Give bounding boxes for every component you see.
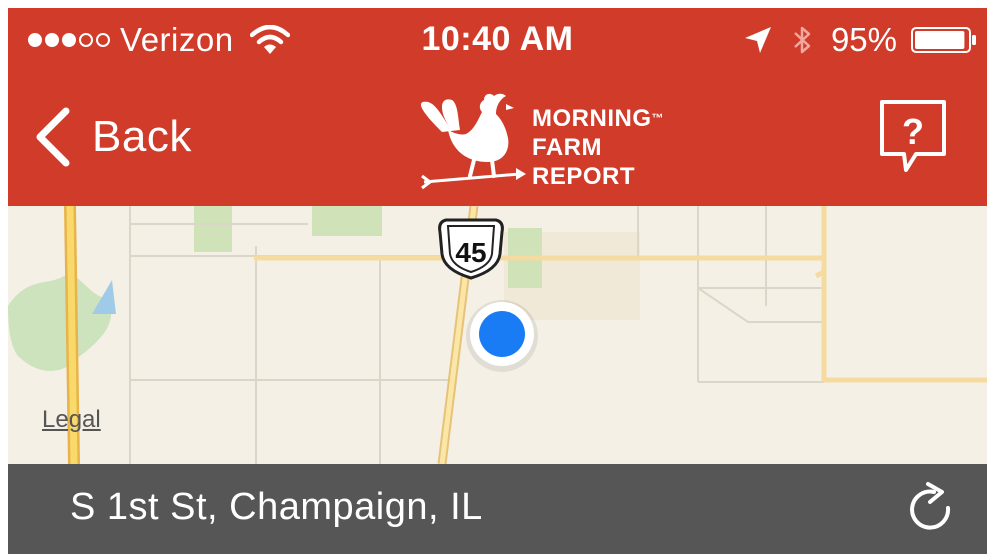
battery-percent: 95% bbox=[830, 21, 897, 58]
location-bar: S 1st St, Champaign, IL bbox=[8, 464, 987, 554]
current-location-dot bbox=[466, 300, 538, 372]
highway-shield-number: 45 bbox=[455, 237, 486, 268]
chevron-left-icon bbox=[36, 107, 70, 167]
back-button[interactable]: Back bbox=[32, 102, 192, 172]
app-logo: MORNING™ FARM REPORT bbox=[412, 90, 682, 190]
refresh-button[interactable] bbox=[904, 482, 960, 538]
logo-line-2: FARM bbox=[532, 134, 602, 161]
map-canvas: 45 bbox=[8, 206, 987, 464]
current-location-label: S 1st St, Champaign, IL bbox=[70, 486, 483, 528]
map-view[interactable]: 45 Legal bbox=[8, 206, 987, 464]
help-button[interactable]: ? bbox=[876, 98, 950, 178]
battery-icon bbox=[911, 27, 976, 53]
location-arrow-icon bbox=[744, 27, 771, 53]
logo-trademark: ™ bbox=[651, 111, 664, 125]
logo-line-3: REPORT bbox=[532, 163, 636, 190]
status-right: 95% bbox=[743, 21, 977, 58]
navigation-bar: Back MORNING™ FARM REPORT ? bbox=[8, 72, 987, 206]
question-speech-bubble-icon: ? bbox=[880, 100, 946, 172]
app-screen: Verizon 10:40 AM 95% Back MORNING™ FARM … bbox=[8, 8, 987, 554]
logo-line-1: MORNING bbox=[532, 105, 652, 132]
bluetooth-icon bbox=[794, 26, 811, 54]
legal-link[interactable]: Legal bbox=[42, 406, 101, 434]
refresh-icon bbox=[910, 482, 951, 530]
status-bar: Verizon 10:40 AM 95% bbox=[8, 8, 987, 72]
back-label: Back bbox=[92, 112, 192, 161]
svg-text:?: ? bbox=[902, 111, 924, 152]
logo-wordmark: MORNING™ FARM REPORT bbox=[532, 104, 664, 191]
